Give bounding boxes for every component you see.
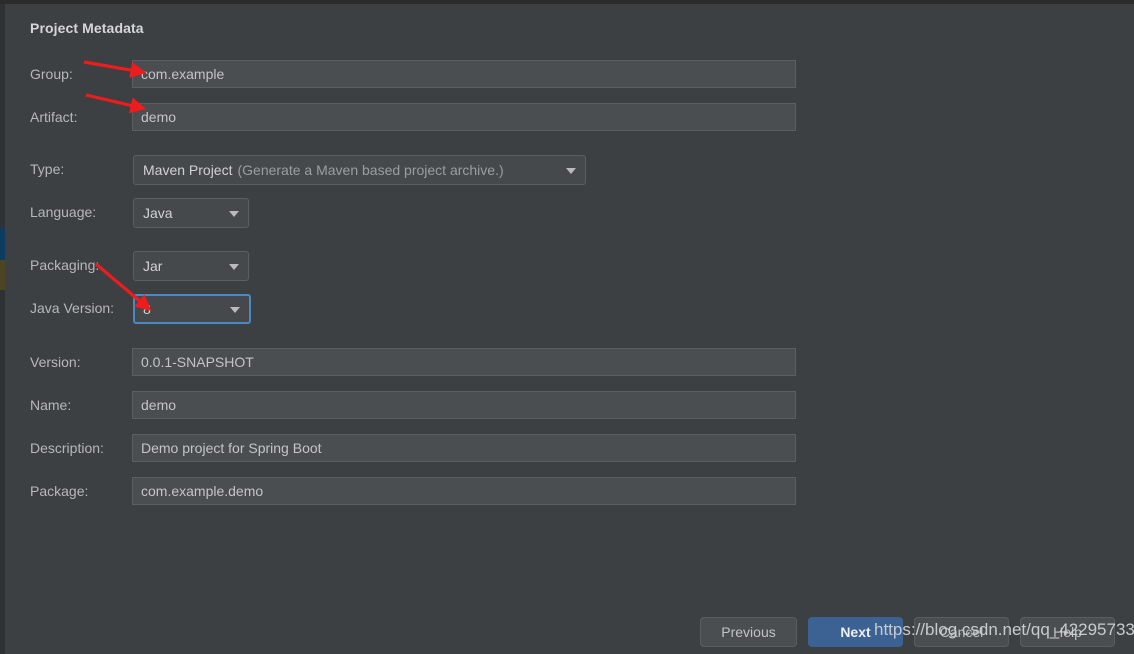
- packaging-label: Packaging:: [30, 257, 100, 273]
- artifact-input[interactable]: demo: [132, 103, 796, 131]
- help-button[interactable]: Help: [1020, 617, 1115, 647]
- chevron-down-icon[interactable]: [566, 168, 576, 174]
- language-value: Java: [143, 205, 173, 221]
- type-dropdown[interactable]: Maven Project (Generate a Maven based pr…: [133, 155, 586, 185]
- package-label: Package:: [30, 483, 89, 499]
- row-package: Package:: [30, 477, 88, 505]
- packaging-value: Jar: [143, 258, 163, 274]
- page-title: Project Metadata: [30, 20, 144, 36]
- java-version-value: 8: [143, 301, 151, 317]
- description-label: Description:: [30, 440, 104, 456]
- window-top-edge: [0, 0, 1134, 4]
- name-input[interactable]: demo: [132, 391, 796, 419]
- row-packaging: Packaging:: [30, 251, 99, 279]
- row-description: Description:: [30, 434, 104, 462]
- version-label: Version:: [30, 354, 81, 370]
- window-left-edge: [0, 4, 5, 654]
- group-input[interactable]: com.example: [132, 60, 796, 88]
- new-project-dialog: Project Metadata Group: com.example Arti…: [0, 0, 1134, 654]
- chevron-down-icon[interactable]: [230, 307, 240, 313]
- left-accent-olive: [0, 260, 5, 290]
- language-dropdown[interactable]: Java: [133, 198, 249, 228]
- chevron-down-icon[interactable]: [229, 211, 239, 217]
- type-value-main: Maven Project: [143, 162, 233, 178]
- previous-button[interactable]: Previous: [700, 617, 797, 647]
- row-type: Type:: [30, 155, 64, 183]
- row-language: Language:: [30, 198, 96, 226]
- row-version: Version:: [30, 348, 81, 376]
- package-input[interactable]: com.example.demo: [132, 477, 796, 505]
- java-version-label: Java Version:: [30, 300, 115, 316]
- description-input[interactable]: Demo project for Spring Boot: [132, 434, 796, 462]
- left-accent-blue: [0, 228, 5, 260]
- chevron-down-icon[interactable]: [229, 264, 239, 270]
- java-version-dropdown[interactable]: 8: [133, 294, 251, 324]
- type-value-hint: (Generate a Maven based project archive.…: [237, 162, 504, 178]
- type-label: Type:: [30, 161, 65, 177]
- group-label: Group:: [30, 66, 73, 82]
- row-java-version: Java Version:: [30, 294, 114, 322]
- version-input[interactable]: 0.0.1-SNAPSHOT: [132, 348, 796, 376]
- annotation-overlay: [83, 60, 152, 311]
- row-artifact: Artifact:: [30, 103, 77, 131]
- row-name: Name:: [30, 391, 71, 419]
- packaging-dropdown[interactable]: Jar: [133, 251, 249, 281]
- name-label: Name:: [30, 397, 72, 413]
- next-button[interactable]: Next: [808, 617, 903, 647]
- cancel-button[interactable]: Cancel: [914, 617, 1009, 647]
- row-group: Group:: [30, 60, 73, 88]
- artifact-label: Artifact:: [30, 109, 78, 125]
- language-label: Language:: [30, 204, 97, 220]
